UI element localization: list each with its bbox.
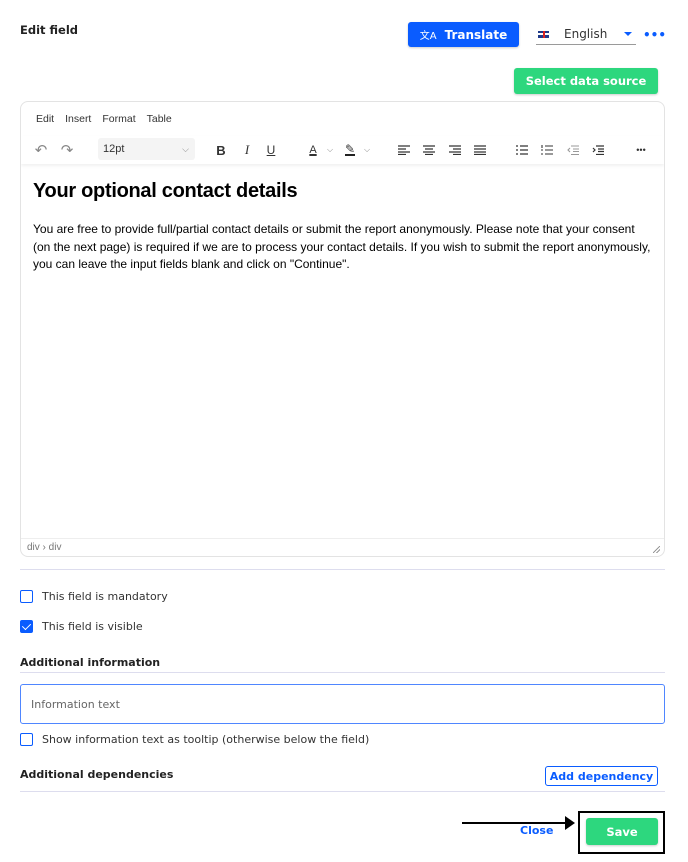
additional-information-title: Additional information (20, 656, 161, 669)
menu-edit[interactable]: Edit (36, 113, 54, 125)
language-label: English (564, 27, 608, 41)
italic-button[interactable]: I (240, 136, 254, 164)
resize-handle-icon[interactable] (653, 546, 660, 553)
visible-checkbox-row[interactable]: This field is visible (20, 620, 143, 633)
menu-table[interactable]: Table (147, 113, 172, 125)
mandatory-label: This field is mandatory (42, 590, 168, 603)
underline-button[interactable]: U (264, 136, 278, 164)
add-dependency-button[interactable]: Add dependency (545, 766, 658, 786)
text-color-icon: A (309, 144, 317, 156)
content-paragraph: You are free to provide full/partial con… (33, 222, 651, 271)
text-color-chevron-icon[interactable]: ⌵ (325, 136, 335, 164)
information-text-input[interactable] (20, 684, 665, 724)
divider (20, 672, 665, 673)
select-data-source-button[interactable]: Select data source (514, 68, 658, 94)
save-button[interactable]: Save (586, 818, 658, 845)
mandatory-checkbox-row[interactable]: This field is mandatory (20, 590, 168, 603)
align-left-icon[interactable] (397, 136, 411, 164)
tooltip-label: Show information text as tooltip (otherw… (42, 733, 370, 746)
toolbar-more-button[interactable]: ••• (633, 136, 649, 164)
numbered-list-icon[interactable] (540, 136, 554, 164)
visible-label: This field is visible (42, 620, 143, 633)
redo-icon[interactable]: ↷ (59, 136, 75, 164)
text-color-button[interactable]: A (306, 136, 320, 164)
translate-button[interactable]: 文A Translate (408, 22, 519, 47)
indent-icon[interactable] (591, 136, 605, 164)
language-select[interactable]: English (536, 24, 636, 45)
bullet-list-icon[interactable] (515, 136, 529, 164)
outdent-icon[interactable] (566, 136, 580, 164)
font-size-select[interactable]: 12pt ⌵ (98, 138, 195, 160)
caret-down-icon (624, 32, 632, 36)
align-right-icon[interactable] (448, 136, 462, 164)
close-button[interactable]: Close (520, 824, 553, 837)
tooltip-checkbox-row[interactable]: Show information text as tooltip (otherw… (20, 733, 369, 746)
divider (20, 791, 665, 792)
editor-content[interactable]: Your optional contact details You are fr… (33, 180, 653, 274)
highlight-color-button[interactable]: ✎ (343, 136, 357, 164)
dialog-title: Edit field (20, 23, 79, 37)
undo-icon[interactable]: ↶ (33, 136, 49, 164)
highlight-chevron-icon[interactable]: ⌵ (362, 136, 372, 164)
align-justify-icon[interactable] (473, 136, 487, 164)
bold-button[interactable]: B (214, 136, 228, 164)
editor-statusbar: div › div (21, 538, 664, 556)
visible-checkbox[interactable] (20, 620, 33, 633)
content-heading: Your optional contact details (33, 180, 298, 202)
translate-label: Translate (444, 27, 508, 42)
chevron-down-icon: ⌵ (182, 143, 189, 154)
more-options-button[interactable]: ••• (643, 28, 666, 42)
highlighter-icon: ✎ (344, 142, 356, 156)
additional-dependencies-title: Additional dependencies (20, 768, 174, 781)
menu-format[interactable]: Format (102, 113, 135, 125)
more-horizontal-icon: ••• (643, 28, 667, 42)
rich-text-editor: Edit Insert Format Table ↶ ↷ 12pt ⌵ B I … (20, 101, 665, 557)
align-center-icon[interactable] (422, 136, 436, 164)
font-size-value: 12pt (103, 143, 125, 155)
translate-icon: 文A (419, 31, 437, 42)
mandatory-checkbox[interactable] (20, 590, 33, 603)
divider (20, 569, 665, 570)
menu-insert[interactable]: Insert (65, 113, 91, 125)
uk-flag-icon (538, 30, 549, 38)
tooltip-checkbox[interactable] (20, 733, 33, 746)
element-path[interactable]: div › div (27, 542, 61, 553)
editor-menubar: Edit Insert Format Table (21, 102, 664, 136)
editor-toolbar: ↶ ↷ 12pt ⌵ B I U A ⌵ ✎ ⌵ ••• (21, 136, 664, 164)
